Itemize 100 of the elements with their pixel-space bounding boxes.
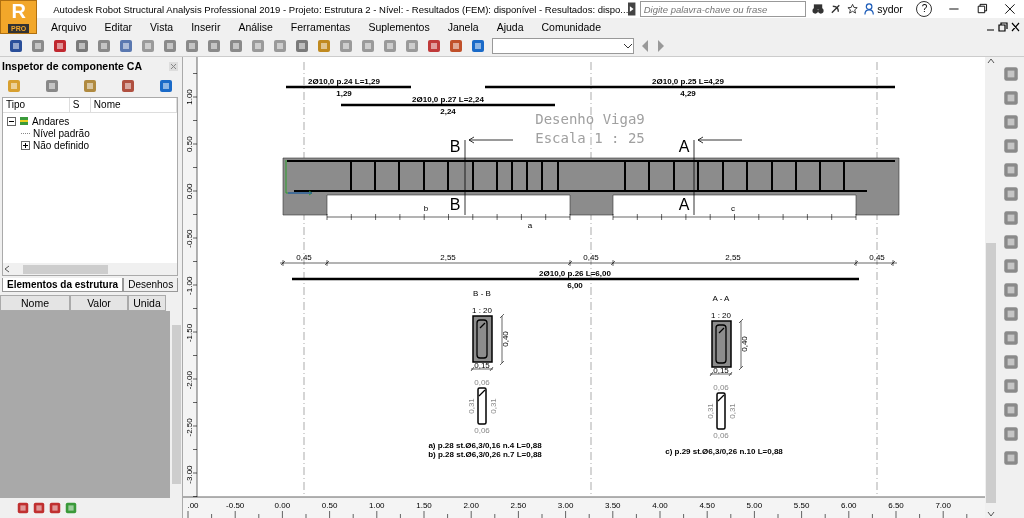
column-header[interactable]: Nome: [0, 295, 70, 311]
span-length: 2,55: [725, 253, 741, 262]
caret-icon[interactable]: [628, 2, 636, 16]
ruler-label: 4.00: [652, 501, 668, 510]
stirrup-dimension: 0,31: [706, 403, 715, 419]
ruler-label: -1.00: [185, 276, 194, 295]
stirrup-dimension: 0,31: [467, 398, 476, 414]
stirrup-note: a) p.28 st.Ø6,3/0,16 n.4 L=0,88: [428, 441, 542, 450]
section-arrow: [468, 136, 514, 144]
section-scale: 1 : 20: [472, 306, 492, 315]
ruler-label: .00: [187, 501, 199, 510]
ruler-label: 5.00: [746, 501, 763, 510]
tab[interactable]: Desenhos: [123, 278, 179, 292]
collapse-icon[interactable]: [7, 116, 16, 126]
section-scale: 1 : 20: [711, 311, 731, 320]
ruler-label: 6.00: [841, 501, 857, 510]
section-mark: B: [449, 196, 461, 213]
column-header[interactable]: Valor: [70, 295, 128, 311]
ruler-label: 0.50: [185, 136, 194, 152]
tree-item[interactable]: Andares: [32, 115, 70, 127]
dimension-label: c: [731, 204, 735, 213]
panel-title: Inspetor de componente CA: [2, 60, 142, 72]
menu-item[interactable]: Janela: [438, 20, 488, 33]
span-length: 0,45: [296, 253, 312, 262]
user-icon[interactable]: [863, 3, 875, 15]
scrollbar-thumb[interactable]: [23, 264, 108, 274]
drawing-scale: Escala 1 : 25: [535, 130, 645, 146]
scroll-up-icon[interactable]: [987, 57, 995, 65]
dimension-label: 0,15: [713, 366, 729, 375]
column-header[interactable]: Unida: [128, 295, 166, 311]
floors-icon: [19, 116, 29, 126]
menu-item[interactable]: Comunidade: [532, 20, 611, 33]
expand-icon[interactable]: [21, 140, 30, 150]
menu-item[interactable]: Análise: [229, 20, 282, 33]
ruler-label: -0.50: [226, 501, 245, 510]
rebar-length: 1,29: [336, 89, 352, 98]
caret-icon: [623, 41, 633, 50]
menu-item[interactable]: Vista: [141, 20, 183, 33]
section-drawing: [472, 315, 493, 363]
span-length: 2,55: [440, 253, 456, 262]
dimension-label: a: [527, 221, 533, 230]
ruler-label: 6.50: [888, 501, 904, 510]
scroll-left-icon[interactable]: [3, 265, 11, 273]
section-drawing: [711, 320, 732, 368]
section-mark: A: [678, 196, 690, 213]
menu-item[interactable]: Inserir: [182, 20, 230, 33]
binoculars-icon[interactable]: [811, 3, 824, 15]
menu-item[interactable]: Arquivo: [42, 20, 96, 33]
menu-item[interactable]: Suplementos: [359, 20, 439, 33]
ruler-label: 0.50: [321, 501, 338, 510]
column-header[interactable]: Tipo: [3, 98, 70, 112]
star-icon[interactable]: [846, 3, 858, 15]
stirrup-dimension: 0,31: [728, 403, 737, 419]
forward-arrow-icon[interactable]: [656, 38, 666, 53]
span-length: 0,45: [583, 253, 599, 262]
document-controls-icon[interactable]: [986, 21, 1020, 32]
back-arrow-icon[interactable]: [640, 38, 650, 53]
ruler-label: 3.00: [557, 501, 574, 510]
ruler-label: 4.50: [699, 501, 715, 510]
ruler-label: 7.00: [935, 501, 951, 510]
dimension-label: 0,15: [474, 361, 490, 370]
rebar-length: 2,24: [440, 107, 456, 116]
search-field[interactable]: Digite palavra-chave ou frase: [639, 1, 806, 17]
ruler-label: -2.50: [185, 418, 194, 437]
scroll-down-icon[interactable]: [987, 510, 995, 518]
scrollbar-thumb[interactable]: [986, 242, 996, 503]
stirrup-dimension: 0,31: [489, 398, 498, 414]
dimension-label: 0,40: [740, 336, 749, 352]
user-name[interactable]: sydor: [877, 3, 913, 15]
ruler-label: 1.00: [369, 501, 385, 510]
rebar-length: 6,00: [567, 281, 583, 290]
section-mark: B: [449, 138, 461, 155]
tree-item[interactable]: Não definido: [33, 139, 90, 151]
tree-item[interactable]: Nível padrão: [33, 127, 90, 139]
column-header[interactable]: S: [69, 98, 91, 112]
section-title: B - B: [473, 289, 491, 298]
ruler-label: 0.00: [185, 183, 194, 200]
span-length: 0,45: [869, 253, 885, 262]
ruler-label: 2.50: [510, 501, 527, 510]
rebar-label: 2Ø10,0 p.26 L=6,00: [539, 269, 611, 278]
dimension-label: 0,40: [501, 331, 510, 347]
ruler-label: 0.00: [274, 501, 291, 510]
column-header[interactable]: Nome: [90, 98, 177, 112]
scrollbar-thumb[interactable]: [171, 325, 181, 484]
stirrup-dimension: 0,06: [713, 383, 729, 392]
section-arrow: [697, 136, 743, 144]
rebar-label: 2Ø10,0 p.27 L=2,24: [412, 95, 484, 104]
ruler-label: -0.50: [185, 229, 194, 248]
ruler-label: 1.50: [416, 501, 432, 510]
ruler-label: -1.50: [185, 323, 194, 343]
window-title: Autodesk Robot Structural Analysis Professional 2019 - Projeto: Estrutura 2 - Nível: - Resultados (FEM): disponível - Resultados: dispo...: [53, 3, 629, 15]
menu-item[interactable]: Ferramentas: [281, 20, 360, 33]
section-title: A - A: [712, 294, 730, 303]
menu-item[interactable]: Editar: [95, 20, 142, 33]
menu-item[interactable]: Ajuda: [487, 20, 533, 33]
tab[interactable]: Elementos da estrutura: [2, 278, 124, 292]
dimension-line: [470, 313, 505, 372]
rebar-label: 2Ø10,0 p.25 L=4,29: [652, 77, 724, 86]
stirrup-note: b) p.28 st.Ø6,3/0,26 n.7 L=0,88: [428, 450, 542, 459]
view-dropdown[interactable]: [492, 37, 634, 54]
